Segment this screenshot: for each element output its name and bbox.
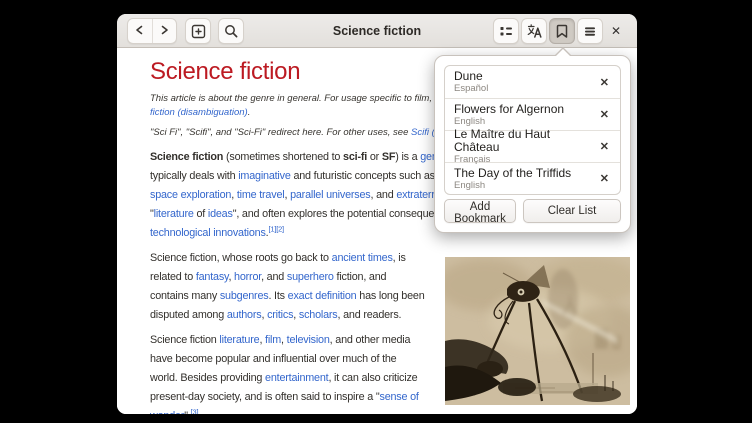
link-parallel-universes[interactable]: parallel universes [290, 189, 370, 201]
close-icon: ✕ [600, 141, 609, 153]
menu-button[interactable] [577, 18, 603, 44]
ref-3[interactable]: [3] [191, 407, 199, 414]
link-entertainment[interactable]: entertainment [265, 372, 328, 384]
link-scholars[interactable]: scholars [299, 309, 338, 321]
back-button[interactable] [128, 19, 152, 43]
bookmark-title: Dune [454, 70, 488, 83]
bookmark-item[interactable]: Flowers for Algernon English ✕ [445, 98, 620, 130]
chevron-right-icon [156, 22, 172, 41]
popover-actions: Add Bookmark Clear List [444, 199, 621, 223]
chevron-left-icon [132, 22, 148, 41]
link-film[interactable]: film [265, 334, 281, 346]
history-nav-group [127, 18, 177, 44]
add-bookmark-button[interactable]: Add Bookmark [444, 199, 516, 223]
link-literature-of-ideas[interactable]: literature [154, 208, 194, 220]
link-superhero[interactable]: superhero [287, 271, 334, 283]
link-literature[interactable]: literature [219, 334, 259, 346]
link-authors[interactable]: authors [227, 309, 262, 321]
bookmark-item[interactable]: The Day of the Triffids English ✕ [445, 162, 620, 194]
link-exact-definition[interactable]: exact definition [288, 290, 357, 302]
bookmark-language: English [454, 116, 564, 127]
link-critics[interactable]: critics [267, 309, 293, 321]
remove-bookmark-button[interactable]: ✕ [595, 74, 614, 91]
bookmark-title: Le Maître du Haut Château [454, 128, 595, 154]
remove-bookmark-button[interactable]: ✕ [595, 170, 614, 187]
translate-icon [526, 23, 542, 39]
bookmark-title: The Day of the Triffids [454, 167, 571, 180]
new-tab-plus-icon [190, 23, 207, 40]
new-tab-button[interactable] [185, 18, 211, 44]
ref-1-2[interactable]: [1][2] [268, 224, 283, 233]
link-imaginative[interactable]: imaginative [238, 170, 290, 182]
bookmarks-button[interactable] [549, 18, 575, 44]
bookmark-icon [554, 23, 570, 39]
close-icon: ✕ [600, 109, 609, 121]
remove-bookmark-button[interactable]: ✕ [595, 106, 614, 123]
popover-arrow [554, 47, 572, 56]
link-ancient-times[interactable]: ancient times [332, 252, 393, 264]
tripod-illustration [445, 257, 630, 405]
window-title: Science fiction [333, 14, 421, 48]
clear-list-button[interactable]: Clear List [523, 199, 621, 223]
magnifier-icon [223, 23, 239, 39]
link-subgenres[interactable]: subgenres [220, 290, 269, 302]
remove-bookmark-button[interactable]: ✕ [595, 138, 614, 155]
bookmarks-list: Dune Español ✕ Flowers for Algernon Engl… [444, 65, 621, 195]
bookmark-language: Français [454, 154, 595, 165]
close-icon: ✕ [600, 173, 609, 185]
close-icon: ✕ [600, 77, 609, 89]
bookmark-item[interactable]: Le Maître du Haut Château Français ✕ [445, 130, 620, 162]
link-space-exploration[interactable]: space exploration [150, 189, 231, 201]
list-view-icon [498, 23, 514, 39]
link-ideas[interactable]: ideas [208, 208, 233, 220]
close-icon: ✕ [611, 24, 621, 38]
forward-button[interactable] [152, 19, 177, 43]
bookmark-language: English [454, 180, 571, 191]
close-button[interactable]: ✕ [604, 19, 628, 43]
language-button[interactable] [521, 18, 547, 44]
hamburger-menu-icon [582, 23, 598, 39]
toc-button[interactable] [493, 18, 519, 44]
link-time-travel[interactable]: time travel [237, 189, 285, 201]
search-button[interactable] [218, 18, 244, 44]
link-technological-innovations[interactable]: technological innovations [150, 227, 266, 239]
article-image[interactable] [445, 257, 630, 405]
bookmark-item[interactable]: Dune Español ✕ [445, 66, 620, 98]
app-window: Science fiction [117, 14, 637, 414]
link-television[interactable]: television [287, 334, 330, 346]
desktop-background: Science fiction [0, 0, 752, 423]
link-horror[interactable]: horror [234, 271, 261, 283]
bookmark-language: Español [454, 83, 488, 94]
bookmark-title: Flowers for Algernon [454, 103, 564, 116]
headerbar: Science fiction [117, 14, 637, 48]
link-fantasy[interactable]: fantasy [196, 271, 229, 283]
bookmarks-popover: Dune Español ✕ Flowers for Algernon Engl… [434, 55, 631, 233]
